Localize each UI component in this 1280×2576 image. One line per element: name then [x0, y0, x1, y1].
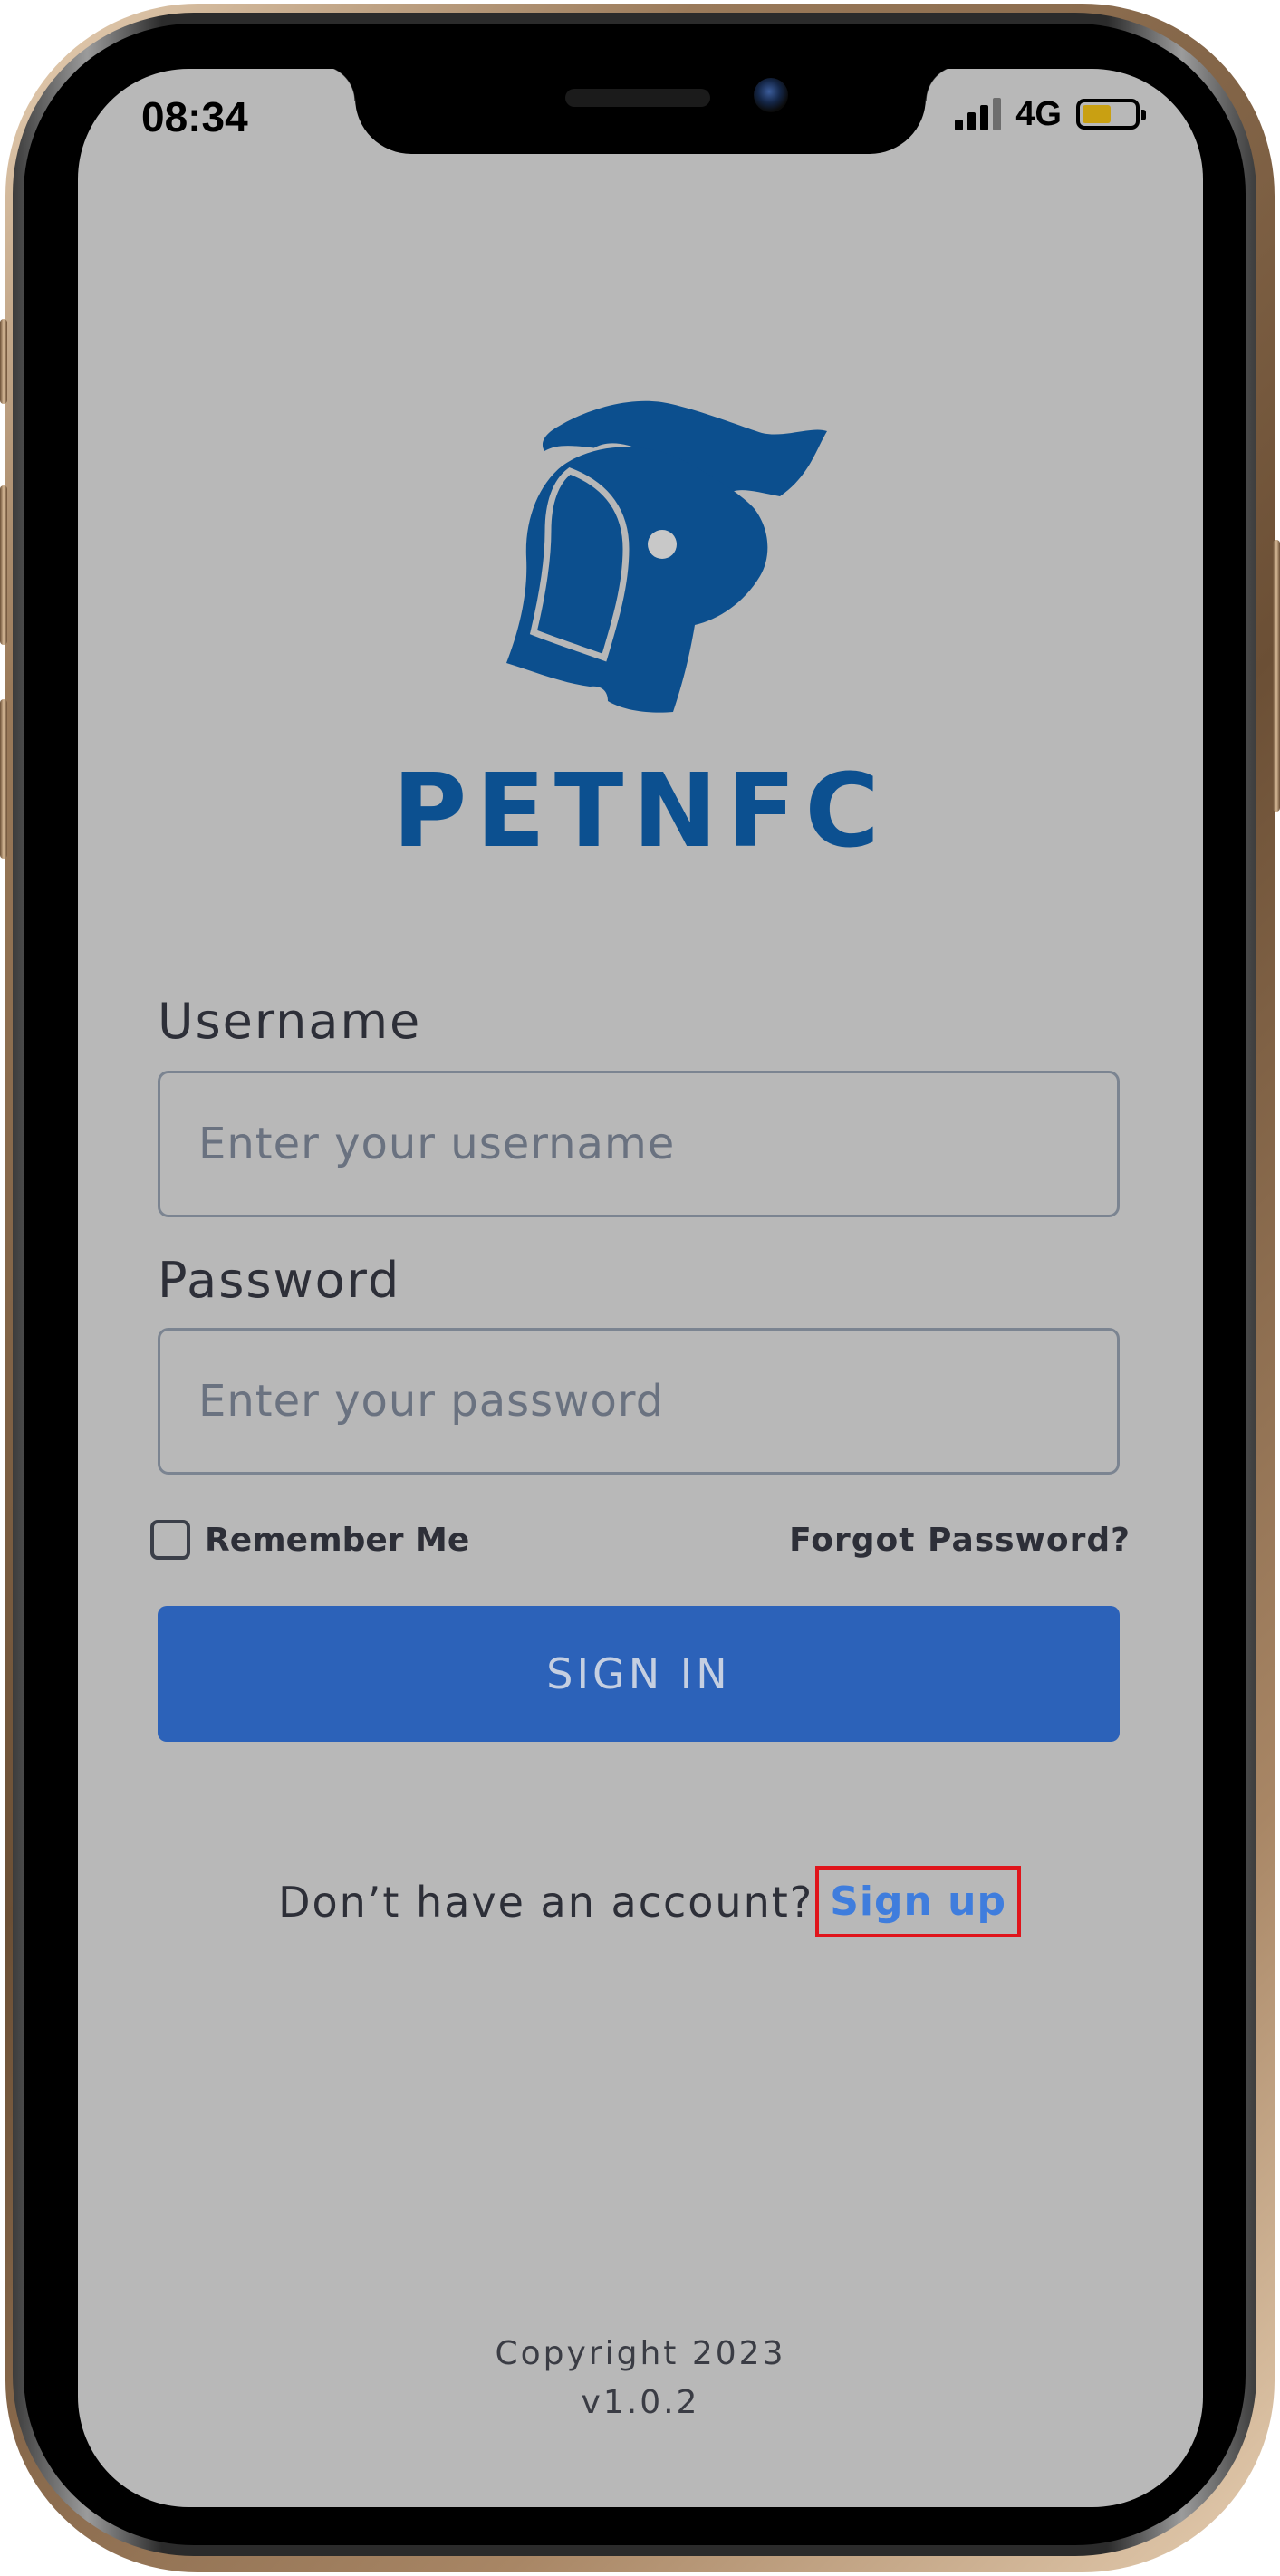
- side-button-volume-up: [0, 485, 7, 645]
- signup-prompt: Don’t have an account?: [278, 1877, 814, 1927]
- sign-in-button[interactable]: SIGN IN: [158, 1606, 1120, 1742]
- app-screen: 08:34 4G PETNFC Username Password Rememb…: [78, 69, 1203, 2507]
- side-button-volume-down: [0, 699, 7, 859]
- status-time: 08:34: [141, 93, 248, 140]
- brand-title: PETNFC: [392, 753, 889, 870]
- forgot-password-link[interactable]: Forgot Password?: [789, 1522, 1131, 1559]
- battery-icon: [1076, 99, 1146, 130]
- password-label: Password: [158, 1252, 401, 1309]
- version-text: v1.0.2: [581, 2384, 700, 2421]
- footer: Copyright 2023 v1.0.2: [78, 2330, 1203, 2427]
- front-camera: [754, 78, 788, 112]
- status-indicators: 4G: [955, 94, 1146, 133]
- remember-checkbox[interactable]: [150, 1520, 190, 1560]
- password-input[interactable]: [158, 1328, 1120, 1475]
- earpiece-speaker: [565, 89, 710, 107]
- remember-label: Remember Me: [205, 1521, 470, 1559]
- battery-level: [1083, 105, 1111, 123]
- sign-up-link[interactable]: Sign up: [815, 1866, 1021, 1937]
- copyright-text: Copyright 2023: [495, 2335, 786, 2372]
- username-label: Username: [158, 993, 422, 1050]
- pet-hand-icon: [506, 400, 827, 713]
- side-button-silent: [0, 319, 7, 404]
- username-input[interactable]: [158, 1071, 1120, 1217]
- signal-icon: [955, 98, 1002, 130]
- signup-row: Don’t have an account? Sign up: [78, 1866, 1203, 1937]
- side-button-power: [1273, 540, 1280, 812]
- remember-me[interactable]: Remember Me: [150, 1520, 469, 1560]
- network-type: 4G: [1015, 94, 1062, 133]
- notch: [319, 69, 962, 154]
